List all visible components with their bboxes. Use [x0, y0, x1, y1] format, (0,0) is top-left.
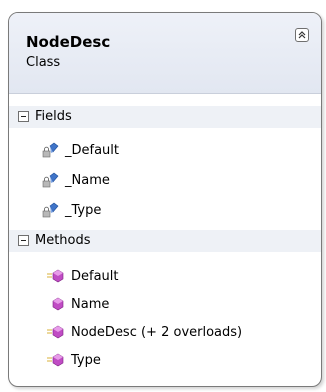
field-item[interactable]: _Type: [9, 200, 321, 222]
method-name: Default: [71, 269, 119, 284]
fields-collapse-toggle[interactable]: [18, 111, 29, 122]
method-item[interactable]: NodeDesc (+ 2 overloads): [9, 322, 321, 344]
methods-section-header[interactable]: Methods: [9, 230, 321, 252]
public-method-icon: [47, 325, 64, 339]
class-kind: Class: [26, 55, 61, 70]
fields-label: Fields: [35, 109, 72, 124]
field-item[interactable]: _Default: [9, 140, 321, 162]
header-divider: [9, 93, 321, 94]
method-name: Name: [71, 297, 110, 312]
minus-icon: [21, 240, 26, 241]
public-method-icon: [47, 269, 64, 283]
private-field-icon: [42, 142, 59, 158]
methods-label: Methods: [35, 233, 91, 248]
class-name: NodeDesc: [26, 33, 111, 51]
method-item[interactable]: Name: [9, 294, 321, 316]
fields-section-header[interactable]: Fields: [9, 106, 321, 128]
public-method-icon: [47, 353, 64, 367]
private-field-icon: [42, 172, 59, 188]
private-field-icon: [42, 202, 59, 218]
field-item[interactable]: _Name: [9, 170, 321, 192]
methods-collapse-toggle[interactable]: [18, 235, 29, 246]
private-method-icon: [52, 297, 64, 311]
double-chevron-up-icon: [298, 31, 306, 39]
collapse-button[interactable]: [295, 28, 309, 42]
field-name: _Default: [65, 143, 119, 158]
field-name: _Name: [65, 173, 110, 188]
minus-icon: [21, 116, 26, 117]
method-name: Type: [71, 353, 101, 368]
class-shape[interactable]: NodeDesc Class Fields _Default _Name _Ty…: [8, 12, 322, 387]
method-item[interactable]: Default: [9, 266, 321, 288]
class-header: NodeDesc Class: [9, 13, 321, 93]
field-name: _Type: [65, 203, 102, 218]
method-item[interactable]: Type: [9, 350, 321, 372]
method-name: NodeDesc (+ 2 overloads): [71, 325, 243, 340]
